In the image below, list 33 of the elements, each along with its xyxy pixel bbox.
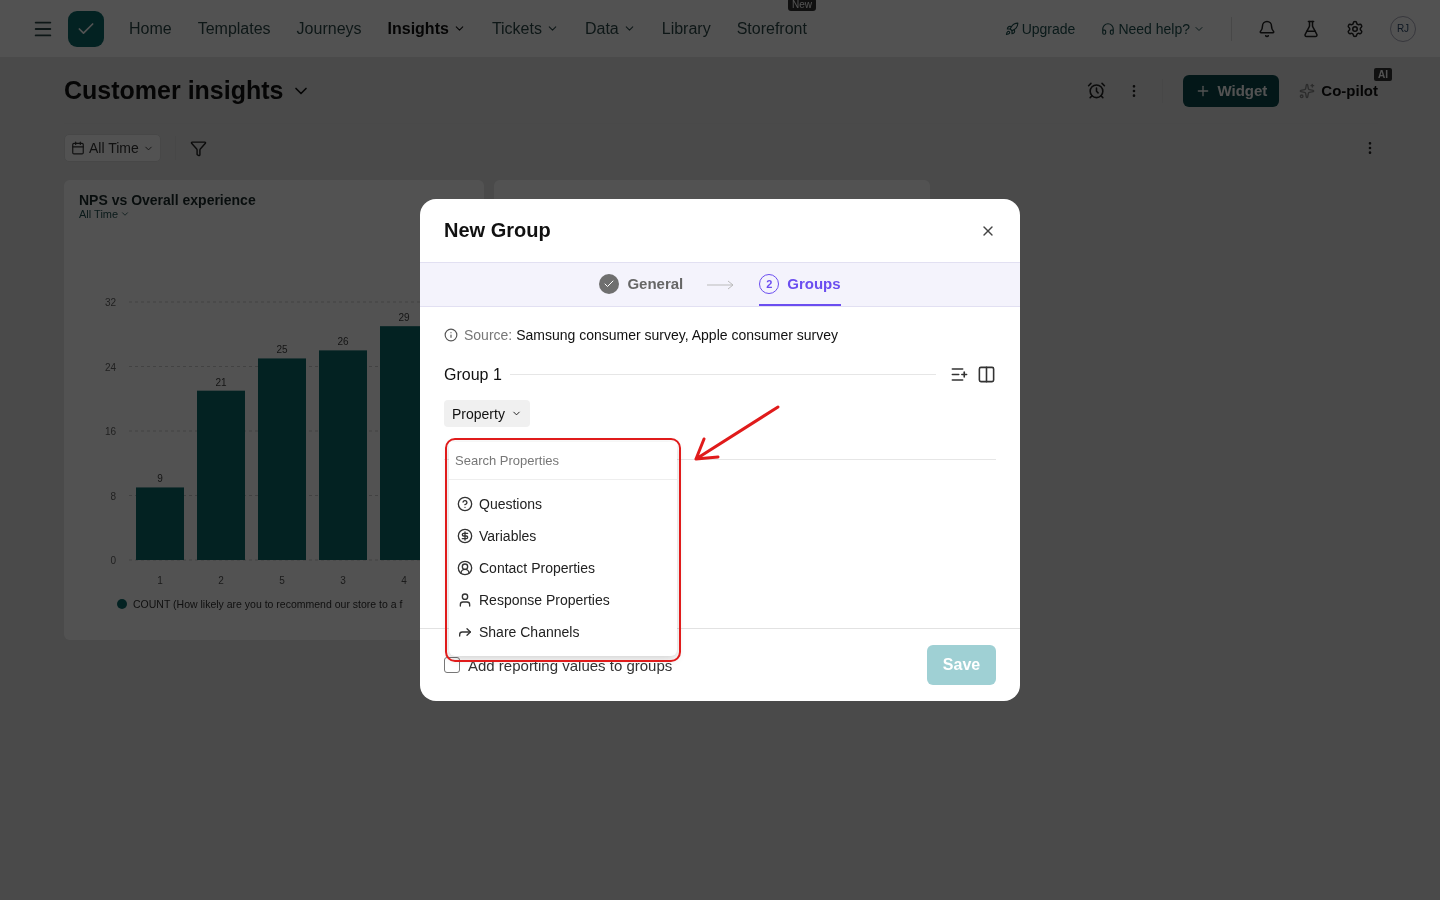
nav-item[interactable]: Insights <box>374 19 479 38</box>
nav-item[interactable]: Tickets <box>478 19 572 38</box>
help-menu[interactable]: Need help? <box>1101 20 1205 37</box>
group-title: Group 1 <box>444 365 502 384</box>
menu-item[interactable]: Response Properties <box>449 584 677 616</box>
upgrade-link[interactable]: Upgrade <box>1004 20 1076 37</box>
menu-item[interactable]: Questions <box>449 488 677 520</box>
menu-item[interactable]: Share Channels <box>449 616 677 648</box>
step-tab[interactable]: 2 Groups <box>759 263 841 306</box>
card-title: NPS vs Overall experience <box>79 192 257 208</box>
new-badge: New <box>787 0 816 11</box>
date-filter[interactable]: All Time <box>64 134 161 162</box>
value-label: 29 <box>398 312 410 324</box>
search-field[interactable]: Search Properties <box>449 442 677 480</box>
nav-item[interactable]: Data <box>571 19 649 38</box>
nav-item[interactable]: Home <box>116 19 185 38</box>
nav-item[interactable]: Templates <box>184 19 284 38</box>
nav-item[interactable]: Library <box>648 19 724 38</box>
dialog-title: New Group <box>444 219 551 242</box>
source-text: Source: Samsung consumer survey, Apple consumer survey <box>464 327 839 343</box>
period-dropdown[interactable]: All Time <box>79 208 469 220</box>
nav-item[interactable]: Journeys <box>283 19 375 38</box>
menu-item[interactable]: Variables <box>449 520 677 552</box>
widget-button[interactable]: Widget <box>1183 74 1280 107</box>
value-label: 26 <box>337 336 349 348</box>
value-label: 21 <box>215 376 227 388</box>
property-dropdown[interactable]: Property <box>444 400 530 427</box>
dashboard-title[interactable]: Customer insights <box>64 76 312 105</box>
value-label: 25 <box>276 344 288 356</box>
menu-item[interactable]: Contact Properties <box>449 552 677 584</box>
step-tab[interactable]: General <box>599 263 684 306</box>
ai-badge: AI <box>1374 68 1392 81</box>
legend-label: COUNT (How likely are you to recommend our store to a f <box>133 598 403 610</box>
